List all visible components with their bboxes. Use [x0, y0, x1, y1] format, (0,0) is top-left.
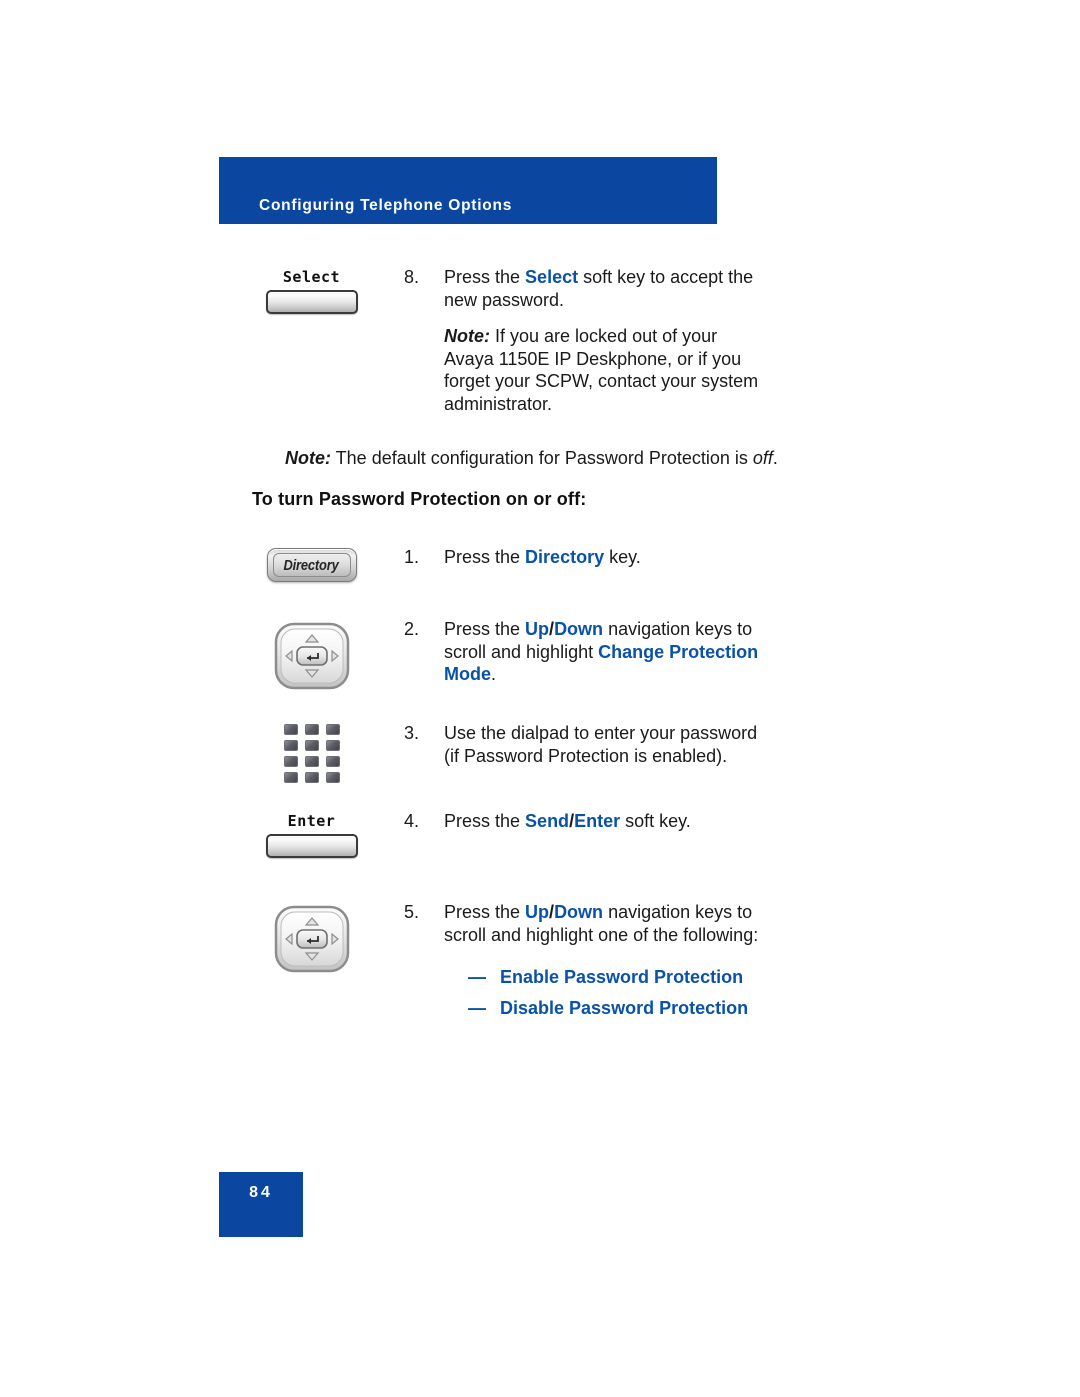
- step-row: Enter 4. Press the Send/Enter soft key.: [219, 810, 859, 858]
- step-text-line: Press the Up/Down navigation keys to scr…: [444, 902, 759, 945]
- option-list: — Enable Password Protection — Disable P…: [444, 962, 769, 1024]
- step-row: 5. Press the Up/Down navigation keys to …: [219, 901, 859, 1024]
- step-row: 2. Press the Up/Down navigation keys to …: [219, 618, 859, 697]
- enter-softkey-label: Enter: [287, 812, 336, 830]
- step-body: Use the dialpad to enter your password (…: [444, 722, 769, 767]
- dialpad-key[interactable]: [283, 756, 298, 767]
- list-item[interactable]: — Disable Password Protection: [468, 993, 769, 1024]
- page-title: Configuring Telephone Options: [259, 197, 513, 214]
- step-note-line: Note: If you are locked out of your Avay…: [444, 326, 759, 414]
- note-italic-value: off: [752, 448, 773, 468]
- section-heading: To turn Password Protection on or off:: [252, 489, 587, 509]
- step-text-cell: 8. Press the Select soft key to accept t…: [404, 266, 859, 415]
- select-keyword: Select: [525, 267, 579, 287]
- enter-softkey-button[interactable]: [265, 834, 358, 858]
- step-body: Press the Up/Down navigation keys to scr…: [444, 901, 769, 1024]
- navigation-keys-icon[interactable]: [273, 903, 351, 980]
- step-icon-cell: [219, 901, 404, 980]
- list-item[interactable]: — Enable Password Protection: [468, 962, 769, 993]
- note-text-end: .: [772, 448, 778, 468]
- step-icon-cell: [219, 722, 404, 783]
- dialpad-key[interactable]: [283, 772, 298, 783]
- step-icon-cell: Directory: [219, 546, 404, 582]
- select-softkey-button[interactable]: [265, 290, 358, 314]
- step-icon-cell: Enter: [219, 810, 404, 858]
- dialpad-key[interactable]: [304, 740, 319, 751]
- change-protection-mode-keyword: Change Protection Mode: [444, 641, 759, 685]
- down-keyword: Down: [554, 619, 604, 639]
- up-keyword: Up: [525, 619, 550, 639]
- step-text-cell: 5. Press the Up/Down navigation keys to …: [404, 901, 859, 1024]
- navigation-keys-icon[interactable]: [273, 620, 351, 697]
- up-keyword: Up: [525, 902, 550, 922]
- em-dash-icon: —: [468, 967, 486, 987]
- dialpad-key[interactable]: [304, 724, 319, 735]
- page-number-box: 84: [219, 1172, 303, 1237]
- step-text-cell: 2. Press the Up/Down navigation keys to …: [404, 618, 859, 686]
- em-dash-icon: —: [468, 998, 486, 1018]
- step-icon-cell: [219, 618, 404, 697]
- note-text: The default configuration for Password P…: [331, 448, 753, 468]
- step-number: 2.: [404, 619, 420, 639]
- enter-keyword: Enter: [574, 811, 621, 831]
- step-number: 5.: [404, 902, 420, 922]
- step-body: Press the Select soft key to accept the …: [444, 266, 769, 415]
- step-number: 1.: [404, 547, 420, 567]
- dialpad-key[interactable]: [325, 772, 340, 783]
- step-row: 3. Use the dialpad to enter your passwor…: [219, 722, 859, 783]
- list-item-label: Disable Password Protection: [500, 998, 749, 1018]
- step-text-cell: 4. Press the Send/Enter soft key.: [404, 810, 859, 833]
- down-keyword: Down: [554, 902, 604, 922]
- directory-key-face: Directory: [272, 553, 351, 577]
- list-item-label: Enable Password Protection: [500, 967, 744, 987]
- note-label: Note:: [285, 448, 331, 468]
- step-icon-cell: Select: [219, 266, 404, 314]
- step-row: Directory 1. Press the Directory key.: [219, 546, 859, 582]
- page-number: 84: [249, 1184, 273, 1201]
- dialpad-key[interactable]: [325, 724, 340, 735]
- dialpad-key[interactable]: [283, 724, 298, 735]
- dialpad-key[interactable]: [304, 756, 319, 767]
- send-keyword: Send: [525, 811, 570, 831]
- step-text-cell: 1. Press the Directory key.: [404, 546, 859, 569]
- step-text-line: Press the Select soft key to accept the …: [444, 267, 754, 310]
- note-label: Note:: [444, 326, 490, 346]
- step-number: 8.: [404, 267, 420, 287]
- select-softkey-label: Select: [282, 268, 341, 286]
- step-body: Press the Directory key.: [444, 546, 769, 569]
- directory-key-label: Directory: [283, 556, 340, 574]
- enter-softkey[interactable]: Enter: [265, 812, 358, 858]
- dialpad-key[interactable]: [325, 756, 340, 767]
- step-text-cell: 3. Use the dialpad to enter your passwor…: [404, 722, 859, 767]
- step-number: 4.: [404, 811, 420, 831]
- dialpad-key[interactable]: [283, 740, 298, 751]
- dialpad-key[interactable]: [325, 740, 340, 751]
- directory-keyword: Directory: [525, 547, 605, 567]
- step-row: Select 8. Press the Select soft key to a…: [219, 266, 859, 415]
- dialpad-icon[interactable]: [283, 724, 340, 783]
- step-text-line: Use the dialpad to enter your password (…: [444, 723, 758, 766]
- page-header-banner: Configuring Telephone Options: [219, 157, 717, 224]
- step-text-line: Press the Directory key.: [444, 547, 641, 567]
- step-body: Press the Up/Down navigation keys to scr…: [444, 618, 769, 686]
- step-body: Press the Send/Enter soft key.: [444, 810, 769, 833]
- select-softkey[interactable]: Select: [265, 268, 358, 314]
- directory-key[interactable]: Directory: [266, 548, 357, 582]
- step-text-line: Press the Up/Down navigation keys to scr…: [444, 619, 759, 685]
- default-configuration-note: Note: The default configuration for Pass…: [285, 447, 845, 470]
- dialpad-key[interactable]: [304, 772, 319, 783]
- step-number: 3.: [404, 723, 420, 743]
- step-text-line: Press the Send/Enter soft key.: [444, 811, 691, 831]
